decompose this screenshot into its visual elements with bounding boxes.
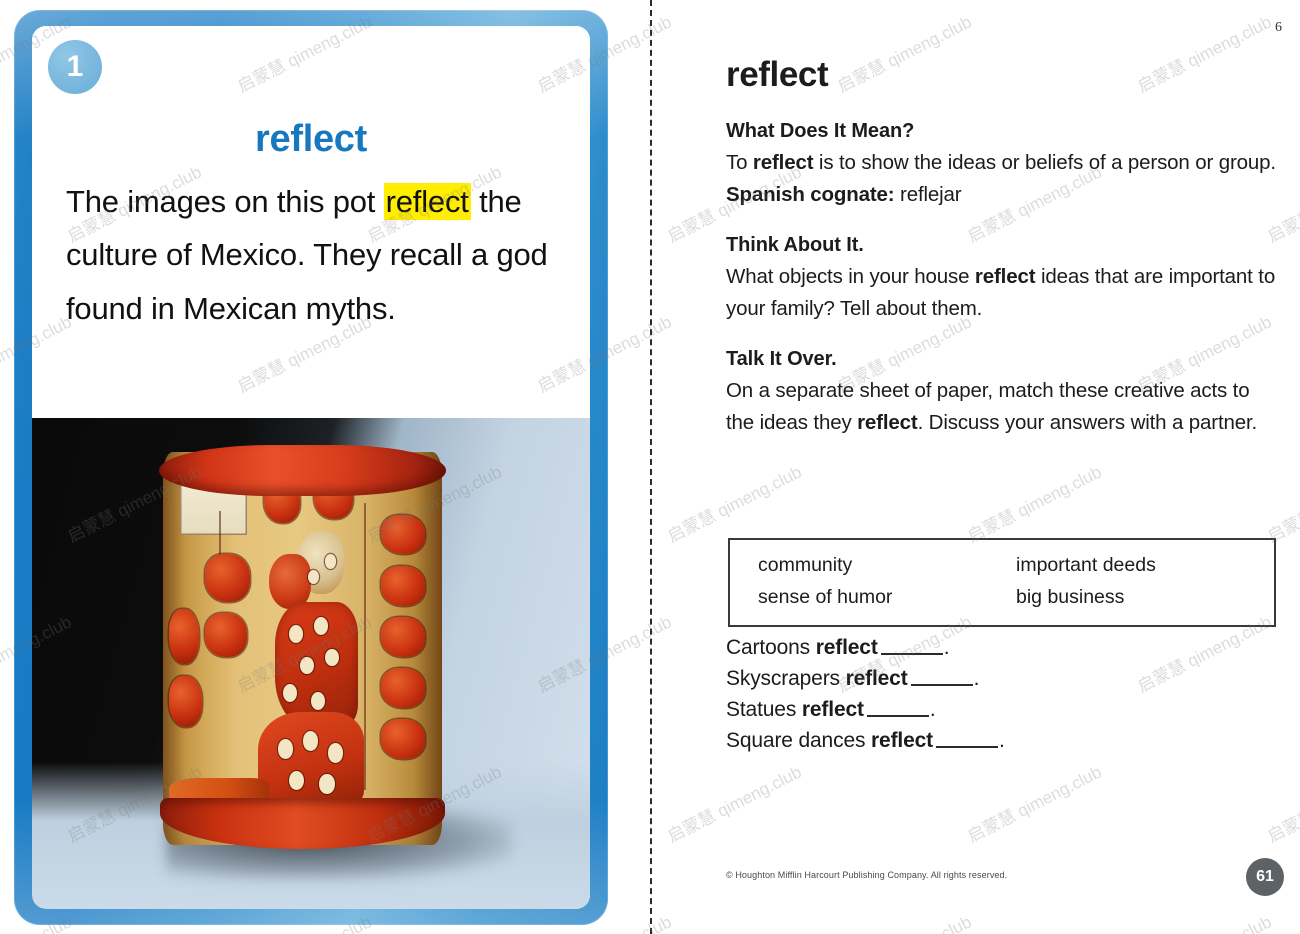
cognate-label: Spanish cognate: [726,182,895,206]
word-bank-row: sense of humor big business [758,582,1274,614]
vessel-glyph [204,554,250,602]
fill-tail: . [943,636,950,659]
vessel-dot [299,656,314,675]
vessel-glyph [380,668,426,708]
vessel-glyph [204,613,247,657]
mayan-vessel-photo [32,418,590,909]
section-heading: What Does It Mean? [726,120,915,142]
card-headword: reflect [255,118,367,160]
word-bank-box: community important deeds sense of humor… [728,538,1276,628]
fill-tail: . [973,667,980,691]
vessel-dot [324,648,339,667]
worksheet-page: 1 reflect The images on this pot reflect… [0,0,1300,934]
vessel-figure-skirt [257,711,364,806]
vessel-dot [310,691,325,710]
fill-tail: . [929,698,936,722]
page-number-label: 61 [1256,868,1274,885]
worksheet-column: 6 reflect What Does It Mean? To reflect … [726,0,1284,934]
fill-verb: reflect [871,729,933,753]
fill-subject: Square dances [726,729,872,753]
section-talk-it-over: Talk It Over. On a separate sheet of pap… [726,348,1278,439]
word-bank-item[interactable]: community [758,550,1016,582]
fill-verb: reflect [845,667,908,691]
fill-in-sentences: Cartoons reflect. Skyscrapers reflect. S… [726,632,1278,756]
card-sentence-highlight: reflect [383,183,471,220]
definition-pre: To [726,151,753,174]
vessel-body [163,452,443,846]
vessel-glyph [168,676,203,728]
fill-subject: Cartoons [726,636,816,659]
vessel-dot [288,770,305,791]
word-bank-item[interactable]: important deeds [1016,550,1274,582]
word-bank-row: community important deeds [758,550,1274,582]
answer-blank[interactable] [910,684,973,687]
section-body: What objects in your house reflect ideas… [726,261,1278,325]
vessel-glyph [380,719,426,759]
vessel-glyph [380,515,426,555]
card-number-badge: 1 [48,40,102,94]
prompt-pre: What objects in your house [726,264,975,288]
card-text-block: reflect The images on this pot reflect t… [32,26,590,418]
task-bold-word: reflect [857,410,918,434]
vessel-dot [324,554,337,569]
fill-in-sentence: Statues reflect. [726,694,1278,725]
fill-subject: Skyscrapers [726,667,846,691]
vessel-dot [288,625,303,643]
answer-blank[interactable] [880,653,943,655]
section-heading: Think About It. [726,233,864,256]
section-heading: Talk It Over. [726,347,837,370]
vessel-dot [313,617,328,635]
section-body: On a separate sheet of paper, match thes… [726,375,1278,439]
vessel-dot [302,731,318,751]
mayan-cylinder-vessel [158,444,447,850]
vessel-rim [158,444,447,496]
task-post: . Discuss your answers with a partner. [917,410,1258,434]
top-page-number: 6 [1275,20,1282,35]
section-body: To reflect is to show the ideas or belie… [726,147,1278,211]
fill-verb: reflect [815,636,878,659]
definition-bold-word: reflect [752,151,814,174]
card-sentence: The images on this pot reflect the cultu… [66,175,556,335]
fill-verb: reflect [801,698,864,722]
fill-in-sentence: Cartoons reflect. [726,632,1278,663]
vessel-panel-divider [364,503,366,791]
vessel-glyph [380,566,426,606]
fill-in-sentence: Skyscrapers reflect. [726,663,1278,694]
fill-tail: . [999,729,1005,753]
vessel-dot [327,743,344,763]
copyright-notice: © Houghton Mifflin Harcourt Publishing C… [726,870,1008,880]
word-bank-item[interactable]: sense of humor [758,582,1016,614]
page-number-badge: 61 [1246,858,1284,896]
card-sentence-before: The images on this pot [66,184,384,219]
vessel-dot [283,684,298,702]
section-what-does-it-mean: What Does It Mean? To reflect is to show… [726,120,1278,211]
fill-in-sentence: Square dances reflect. [726,725,1278,756]
sheet-sections: What Does It Mean? To reflect is to show… [726,120,1278,462]
section-think-about-it: Think About It. What objects in your hou… [726,234,1278,325]
cognate-value: reflejar [894,182,962,206]
fill-subject: Statues [726,698,802,722]
vessel-glyph [168,609,200,665]
vessel-dot [319,774,335,795]
vessel-dot [277,739,293,759]
card-number-label: 1 [66,50,84,83]
word-bank-item[interactable]: big business [1016,582,1274,614]
prompt-bold-word: reflect [974,264,1036,288]
sheet-headword: reflect [726,55,829,94]
answer-blank[interactable] [936,746,998,749]
fold-divider [650,0,652,934]
definition-post: is to show the ideas or beliefs of a per… [813,151,1276,174]
vessel-glyph [380,617,426,657]
card-inner-white: 1 reflect The images on this pot reflect… [32,26,590,909]
answer-blank[interactable] [866,715,929,718]
vocabulary-card: 1 reflect The images on this pot reflect… [14,10,608,925]
